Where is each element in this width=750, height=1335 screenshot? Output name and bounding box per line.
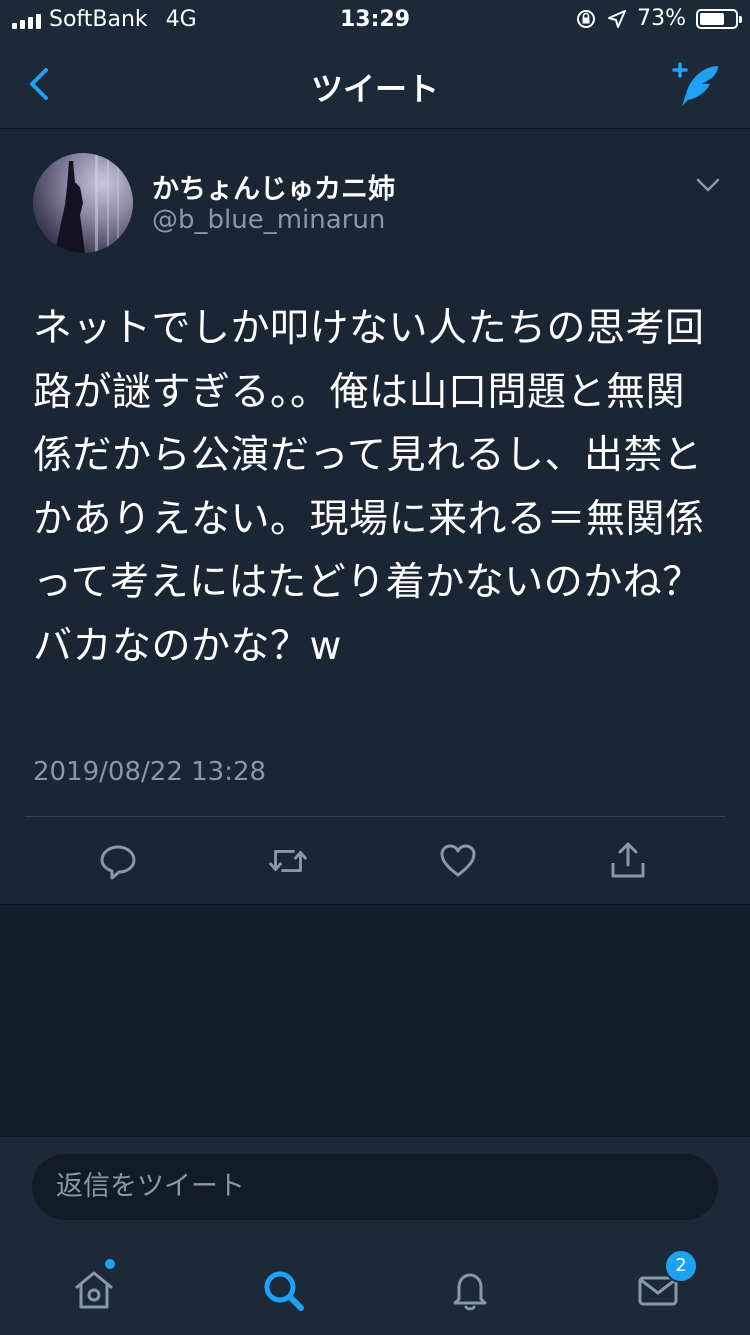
bottom-bar: 返信をツイート 2 [0, 1136, 750, 1335]
retweet-button[interactable] [266, 839, 310, 883]
chevron-down-icon[interactable] [696, 177, 720, 193]
reply-input[interactable]: 返信をツイート [32, 1154, 718, 1220]
avatar-image [55, 153, 119, 253]
reply-button[interactable] [96, 839, 140, 883]
page-title: ツイート [310, 70, 439, 108]
tab-notifications[interactable] [445, 1265, 495, 1315]
divider [25, 816, 725, 817]
reply-icon [100, 845, 136, 880]
search-icon [264, 1271, 304, 1311]
messages-badge: 2 [664, 1249, 698, 1283]
battery-percent: 73% [637, 6, 686, 31]
tab-search[interactable] [258, 1265, 308, 1315]
status-bar: SoftBank 4G 13:29 73% [0, 0, 750, 40]
battery-icon [696, 8, 742, 29]
tab-messages[interactable]: 2 [633, 1249, 698, 1315]
tweet-actions [0, 829, 750, 893]
orientation-lock-icon [577, 9, 596, 28]
notifications-bell-icon [453, 1273, 487, 1311]
tweet-text: ネットでしか叩けない人たちの思考回路が謎すぎる。。俺は山口問題と無関係だから公演… [33, 306, 705, 669]
tweet-detail: かちょんじゅカニ姉 @b_blue_minarun ネットでしか叩けない人たちの… [0, 129, 750, 905]
avatar[interactable] [33, 153, 133, 253]
navigation-bar: ツイート [0, 40, 750, 129]
like-button[interactable] [436, 839, 480, 883]
share-icon [611, 842, 645, 878]
retweet-icon [268, 850, 308, 872]
author-handle[interactable]: @b_blue_minarun [152, 205, 385, 235]
home-icon [75, 1271, 113, 1309]
tab-home[interactable] [69, 1259, 119, 1315]
share-button[interactable] [606, 839, 650, 883]
compose-tweet-icon[interactable] [668, 60, 722, 110]
tweet-timestamp: 2019/08/22 13:28 [33, 757, 267, 787]
heart-icon [440, 844, 476, 877]
author-name[interactable]: かちょんじゅカニ姉 [152, 167, 395, 206]
new-tweets-dot [105, 1259, 115, 1269]
location-arrow-icon [608, 9, 627, 28]
